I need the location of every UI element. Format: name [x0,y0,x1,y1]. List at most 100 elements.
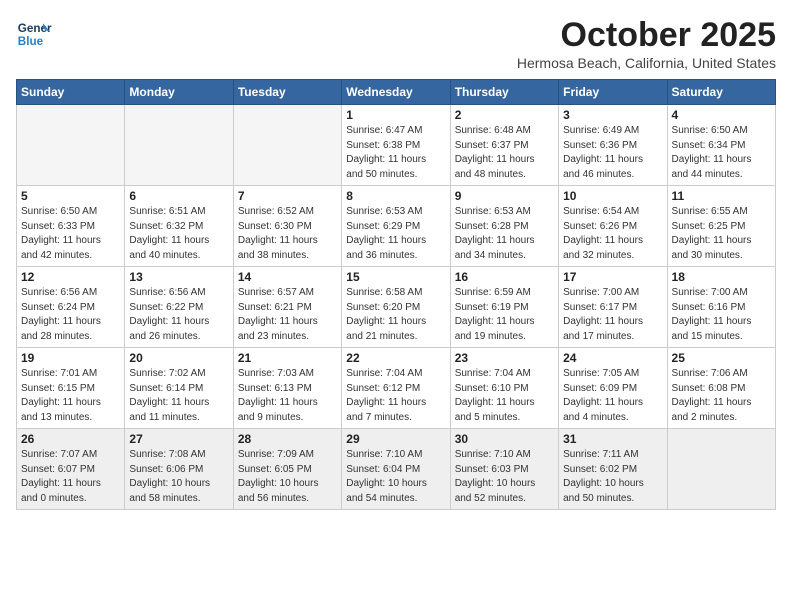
day-info: Sunrise: 7:02 AM Sunset: 6:14 PM Dayligh… [129,367,228,425]
day-info: Sunrise: 6:56 AM Sunset: 6:22 PM Dayligh… [129,286,228,344]
calendar-cell: 5 Sunrise: 6:50 AM Sunset: 6:33 PM Daylig… [17,186,125,267]
day-info: Sunrise: 6:48 AM Sunset: 6:37 PM Dayligh… [455,124,554,182]
day-number: 20 [129,351,228,365]
day-info: Sunrise: 6:56 AM Sunset: 6:24 PM Dayligh… [21,286,120,344]
day-number: 12 [21,270,120,284]
logo: General Blue [16,16,52,52]
calendar-cell: 20 Sunrise: 7:02 AM Sunset: 6:14 PM Dayli… [125,348,233,429]
day-number: 22 [346,351,445,365]
day-number: 29 [346,432,445,446]
day-number: 8 [346,189,445,203]
day-number: 11 [672,189,771,203]
day-info: Sunrise: 6:50 AM Sunset: 6:33 PM Dayligh… [21,205,120,263]
day-info: Sunrise: 6:57 AM Sunset: 6:21 PM Dayligh… [238,286,337,344]
day-number: 15 [346,270,445,284]
calendar-cell: 13 Sunrise: 6:56 AM Sunset: 6:22 PM Dayli… [125,267,233,348]
calendar-cell: 10 Sunrise: 6:54 AM Sunset: 6:26 PM Dayli… [559,186,667,267]
day-info: Sunrise: 6:55 AM Sunset: 6:25 PM Dayligh… [672,205,771,263]
calendar-cell [125,105,233,186]
day-info: Sunrise: 6:47 AM Sunset: 6:38 PM Dayligh… [346,124,445,182]
calendar-cell: 14 Sunrise: 6:57 AM Sunset: 6:21 PM Dayli… [233,267,341,348]
calendar-cell: 18Sunrise: 7:00 AM Sunset: 6:16 PM Dayli… [667,267,775,348]
day-number: 9 [455,189,554,203]
calendar-cell: 8 Sunrise: 6:53 AM Sunset: 6:29 PM Daylig… [342,186,450,267]
day-info: Sunrise: 7:10 AM Sunset: 6:03 PM Dayligh… [455,448,554,506]
weekday-header: Tuesday [233,80,341,105]
title-block: October 2025 Hermosa Beach, California, … [517,16,776,71]
day-number: 16 [455,270,554,284]
day-info: Sunrise: 7:11 AM Sunset: 6:02 PM Dayligh… [563,448,662,506]
weekday-header: Friday [559,80,667,105]
location: Hermosa Beach, California, United States [517,55,776,71]
day-info: Sunrise: 6:54 AM Sunset: 6:26 PM Dayligh… [563,205,662,263]
calendar-cell: 25Sunrise: 7:06 AM Sunset: 6:08 PM Dayli… [667,348,775,429]
day-info: Sunrise: 7:04 AM Sunset: 6:10 PM Dayligh… [455,367,554,425]
calendar-cell: 3 Sunrise: 6:49 AM Sunset: 6:36 PM Daylig… [559,105,667,186]
day-number: 3 [563,108,662,122]
calendar-week-row: 19 Sunrise: 7:01 AM Sunset: 6:15 PM Dayli… [17,348,776,429]
day-info: Sunrise: 7:01 AM Sunset: 6:15 PM Dayligh… [21,367,120,425]
day-number: 5 [21,189,120,203]
day-info: Sunrise: 7:04 AM Sunset: 6:12 PM Dayligh… [346,367,445,425]
day-info: Sunrise: 6:59 AM Sunset: 6:19 PM Dayligh… [455,286,554,344]
day-info: Sunrise: 7:09 AM Sunset: 6:05 PM Dayligh… [238,448,337,506]
calendar-cell: 6 Sunrise: 6:51 AM Sunset: 6:32 PM Daylig… [125,186,233,267]
calendar-cell: 23 Sunrise: 7:04 AM Sunset: 6:10 PM Dayli… [450,348,558,429]
day-info: Sunrise: 7:00 AM Sunset: 6:17 PM Dayligh… [563,286,662,344]
svg-text:Blue: Blue [18,35,44,48]
day-number: 14 [238,270,337,284]
calendar-cell: 12 Sunrise: 6:56 AM Sunset: 6:24 PM Dayli… [17,267,125,348]
calendar-cell: 2 Sunrise: 6:48 AM Sunset: 6:37 PM Daylig… [450,105,558,186]
month-title: October 2025 [517,16,776,55]
day-number: 2 [455,108,554,122]
day-info: Sunrise: 6:53 AM Sunset: 6:29 PM Dayligh… [346,205,445,263]
day-info: Sunrise: 7:07 AM Sunset: 6:07 PM Dayligh… [21,448,120,506]
day-number: 17 [563,270,662,284]
calendar-table: SundayMondayTuesdayWednesdayThursdayFrid… [16,79,776,510]
calendar-cell [667,429,775,510]
day-info: Sunrise: 7:08 AM Sunset: 6:06 PM Dayligh… [129,448,228,506]
day-number: 7 [238,189,337,203]
calendar-cell: 24 Sunrise: 7:05 AM Sunset: 6:09 PM Dayli… [559,348,667,429]
calendar-cell: 4 Sunrise: 6:50 AM Sunset: 6:34 PM Daylig… [667,105,775,186]
calendar-cell: 15 Sunrise: 6:58 AM Sunset: 6:20 PM Dayli… [342,267,450,348]
day-info: Sunrise: 6:53 AM Sunset: 6:28 PM Dayligh… [455,205,554,263]
weekday-header: Monday [125,80,233,105]
day-number: 24 [563,351,662,365]
day-number: 27 [129,432,228,446]
day-info: Sunrise: 6:58 AM Sunset: 6:20 PM Dayligh… [346,286,445,344]
weekday-header: Sunday [17,80,125,105]
calendar-cell: 19 Sunrise: 7:01 AM Sunset: 6:15 PM Dayli… [17,348,125,429]
day-number: 23 [455,351,554,365]
calendar-cell: 7Sunrise: 6:52 AM Sunset: 6:30 PM Daylig… [233,186,341,267]
day-number: 25 [672,351,771,365]
day-number: 10 [563,189,662,203]
day-info: Sunrise: 7:05 AM Sunset: 6:09 PM Dayligh… [563,367,662,425]
calendar-cell: 26 Sunrise: 7:07 AM Sunset: 6:07 PM Dayli… [17,429,125,510]
day-number: 26 [21,432,120,446]
day-number: 4 [672,108,771,122]
day-info: Sunrise: 7:00 AM Sunset: 6:16 PM Dayligh… [672,286,771,344]
calendar-cell: 1Sunrise: 6:47 AM Sunset: 6:38 PM Daylig… [342,105,450,186]
calendar-week-row: 12 Sunrise: 6:56 AM Sunset: 6:24 PM Dayli… [17,267,776,348]
calendar-header-row: SundayMondayTuesdayWednesdayThursdayFrid… [17,80,776,105]
calendar-cell: 31Sunrise: 7:11 AM Sunset: 6:02 PM Dayli… [559,429,667,510]
day-number: 6 [129,189,228,203]
calendar-cell: 29 Sunrise: 7:10 AM Sunset: 6:04 PM Dayli… [342,429,450,510]
day-info: Sunrise: 7:10 AM Sunset: 6:04 PM Dayligh… [346,448,445,506]
logo-icon: General Blue [16,16,52,52]
day-number: 13 [129,270,228,284]
calendar-week-row: 26 Sunrise: 7:07 AM Sunset: 6:07 PM Dayli… [17,429,776,510]
day-info: Sunrise: 6:50 AM Sunset: 6:34 PM Dayligh… [672,124,771,182]
calendar-week-row: 1Sunrise: 6:47 AM Sunset: 6:38 PM Daylig… [17,105,776,186]
calendar-cell: 27 Sunrise: 7:08 AM Sunset: 6:06 PM Dayli… [125,429,233,510]
day-number: 28 [238,432,337,446]
calendar-cell: 30 Sunrise: 7:10 AM Sunset: 6:03 PM Dayli… [450,429,558,510]
day-number: 19 [21,351,120,365]
day-info: Sunrise: 6:49 AM Sunset: 6:36 PM Dayligh… [563,124,662,182]
weekday-header: Thursday [450,80,558,105]
day-info: Sunrise: 6:51 AM Sunset: 6:32 PM Dayligh… [129,205,228,263]
weekday-header: Wednesday [342,80,450,105]
calendar-cell [17,105,125,186]
day-number: 30 [455,432,554,446]
